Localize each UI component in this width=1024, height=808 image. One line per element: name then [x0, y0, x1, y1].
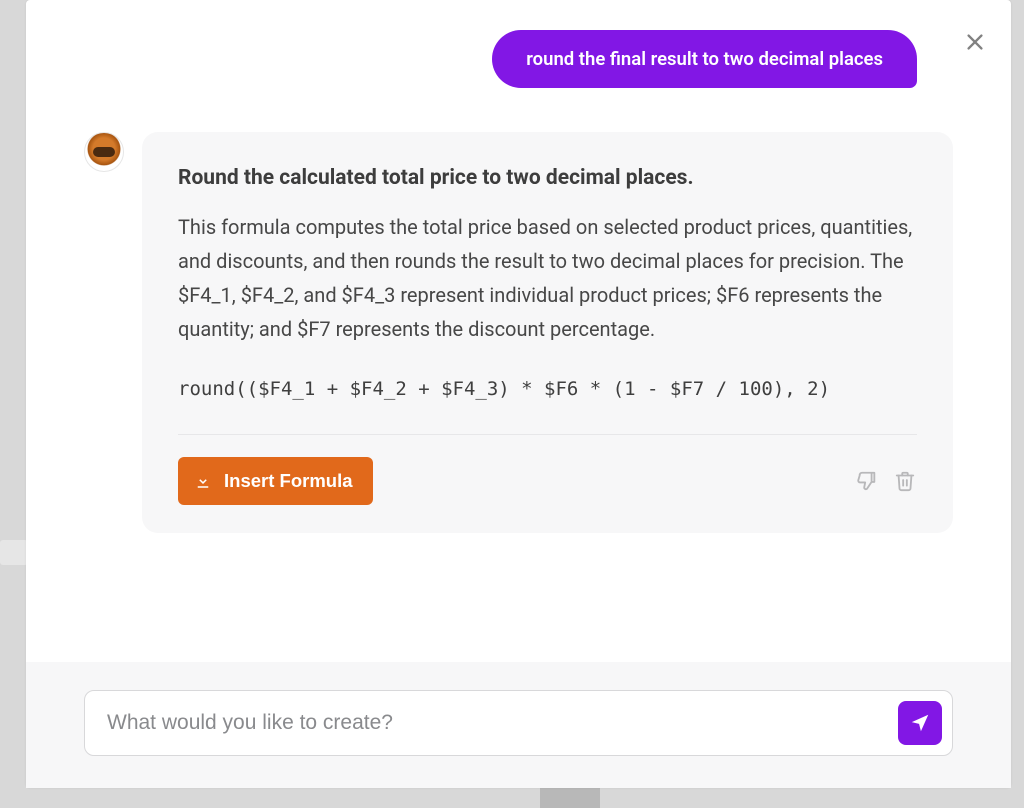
thumbs-down-icon	[856, 470, 878, 492]
send-icon	[909, 712, 931, 734]
chat-panel: round the final result to two decimal pl…	[26, 0, 1011, 788]
user-message-text: round the final result to two decimal pl…	[526, 48, 883, 70]
prompt-input[interactable]	[107, 711, 886, 735]
formula-code: round(($F4_1 + $F4_2 + $F4_3) * $F6 * (1…	[178, 378, 917, 434]
delete-button[interactable]	[893, 469, 917, 493]
close-icon	[964, 31, 986, 53]
assistant-card: Round the calculated total price to two …	[142, 132, 953, 533]
close-button[interactable]	[961, 28, 989, 56]
thumbs-down-button[interactable]	[855, 469, 879, 493]
assistant-title: Round the calculated total price to two …	[178, 166, 917, 190]
card-actions: Insert Formula	[178, 457, 917, 505]
assistant-avatar	[84, 132, 124, 172]
trash-icon	[894, 470, 916, 492]
user-message-bubble: round the final result to two decimal pl…	[492, 30, 917, 88]
download-icon	[194, 472, 212, 490]
insert-formula-label: Insert Formula	[224, 470, 353, 492]
input-bar	[84, 690, 953, 756]
feedback-actions	[855, 469, 917, 493]
chat-body: round the final result to two decimal pl…	[26, 0, 1011, 632]
send-button[interactable]	[898, 701, 942, 745]
assistant-body: This formula computes the total price ba…	[178, 210, 917, 346]
divider	[178, 434, 917, 435]
assistant-row: Round the calculated total price to two …	[84, 132, 953, 533]
insert-formula-button[interactable]: Insert Formula	[178, 457, 373, 505]
input-area	[26, 662, 1011, 788]
